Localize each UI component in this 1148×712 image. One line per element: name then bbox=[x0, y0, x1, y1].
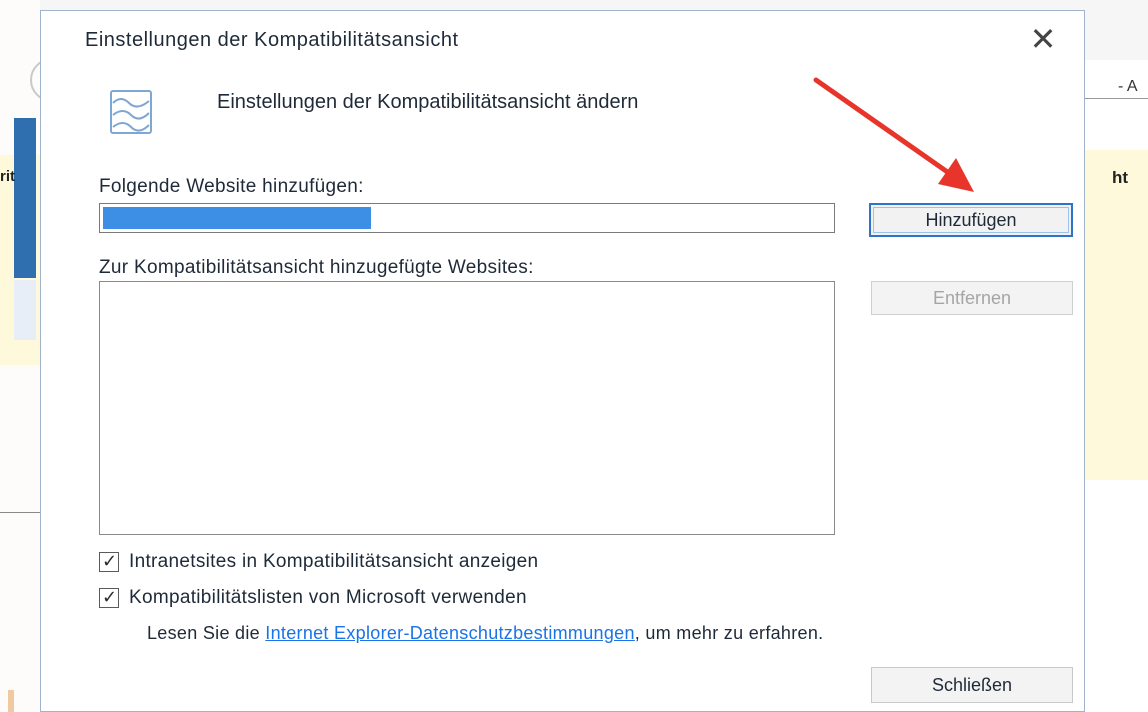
added-sites-list[interactable] bbox=[99, 281, 835, 535]
checkmark-icon: ✓ bbox=[102, 551, 118, 571]
added-sites-label: Zur Kompatibilitätsansicht hinzugefügte … bbox=[99, 257, 534, 278]
browser-left-tab-light bbox=[14, 280, 36, 340]
browser-left-accent bbox=[8, 690, 14, 712]
dialog-title: Einstellungen der Kompatibilitätsansicht bbox=[85, 29, 459, 51]
selected-url-text bbox=[103, 207, 371, 229]
dialog-header-text: Einstellungen der Kompatibilitätsansicht… bbox=[217, 91, 639, 113]
checkmark-icon: ✓ bbox=[102, 587, 118, 607]
microsoft-lists-option[interactable]: ✓ Kompatibilitätslisten von Microsoft ve… bbox=[99, 587, 527, 609]
intranet-option[interactable]: ✓ Intranetsites in Kompatibilitätsansich… bbox=[99, 551, 538, 573]
browser-right-divider bbox=[1085, 98, 1148, 99]
microsoft-lists-checkbox-label: Kompatibilitätslisten von Microsoft verw… bbox=[129, 587, 527, 608]
add-button[interactable]: Hinzufügen bbox=[869, 203, 1073, 237]
privacy-link[interactable]: Internet Explorer-Datenschutzbestimmunge… bbox=[265, 623, 634, 643]
browser-left-divider bbox=[0, 512, 40, 513]
compatibility-view-dialog: Einstellungen der Kompatibilitätsansicht… bbox=[40, 10, 1085, 712]
microsoft-lists-checkbox[interactable]: ✓ bbox=[99, 587, 119, 608]
compatibility-icon bbox=[110, 90, 152, 134]
website-input[interactable] bbox=[99, 203, 835, 233]
intranet-checkbox[interactable]: ✓ bbox=[99, 551, 119, 572]
browser-left-blue-tab bbox=[14, 118, 36, 278]
browser-left-fragment-text: rit bbox=[0, 168, 15, 185]
privacy-statement: Lesen Sie die Internet Explorer-Datensch… bbox=[147, 619, 1102, 647]
remove-button[interactable]: Entfernen bbox=[871, 281, 1073, 315]
browser-right-fragment-text: - A bbox=[1118, 78, 1138, 95]
privacy-prefix: Lesen Sie die bbox=[147, 623, 266, 643]
privacy-suffix: , um mehr zu erfahren. bbox=[634, 623, 824, 643]
browser-right-heading-fragment: ht bbox=[1112, 168, 1129, 187]
add-site-label: Folgende Website hinzufügen: bbox=[99, 176, 364, 197]
close-button[interactable]: Schließen bbox=[871, 667, 1073, 703]
intranet-checkbox-label: Intranetsites in Kompatibilitätsansicht … bbox=[129, 551, 539, 572]
close-icon[interactable]: ✕ bbox=[1019, 19, 1067, 59]
browser-right-yellow-panel bbox=[1085, 150, 1148, 480]
